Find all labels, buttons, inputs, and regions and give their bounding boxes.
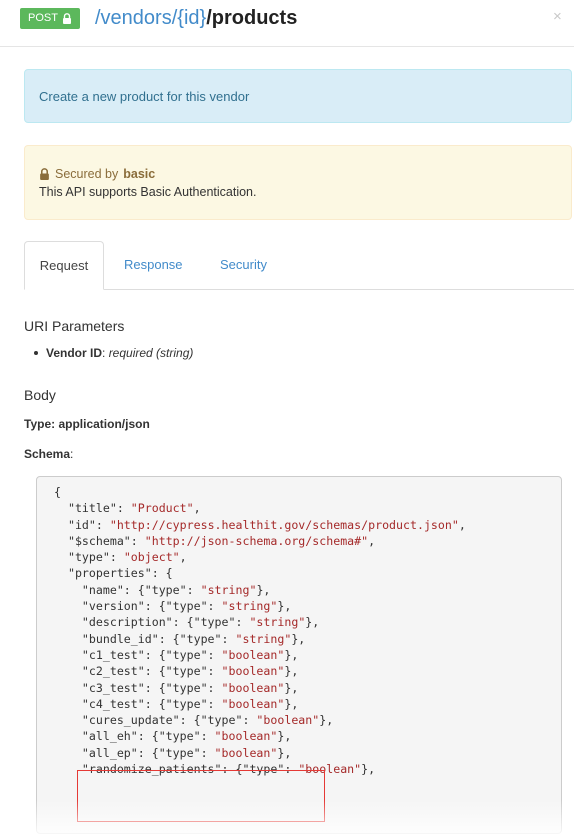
code-line: "c3_test": {"type": "boolean"},: [54, 680, 561, 696]
bullet-icon: [34, 350, 38, 355]
code-text: "c4_test": {"type":: [54, 696, 222, 711]
route-last-segment: /products: [206, 7, 298, 29]
code-line: "c2_test": {"type": "boolean"},: [54, 663, 561, 679]
code-text: "title":: [54, 501, 131, 516]
code-string: "Product": [130, 501, 194, 516]
code-string: "boolean": [214, 745, 278, 760]
method-badge: POST: [20, 8, 80, 29]
code-text: },: [277, 599, 292, 614]
code-text: "properties": {: [54, 566, 173, 581]
code-string: "boolean": [221, 680, 285, 695]
code-line: "all_ep": {"type": "boolean"},: [54, 745, 561, 761]
code-string: "boolean": [256, 713, 320, 728]
lock-icon: [62, 13, 71, 24]
code-text: "type":: [54, 550, 124, 565]
code-string: "http://cypress.healthit.gov/schemas/pro…: [109, 517, 459, 532]
code-line: "cures_update": {"type": "boolean"},: [54, 712, 561, 728]
code-text: "version": {"type":: [54, 599, 222, 614]
body-heading: Body: [24, 387, 56, 403]
code-text: "c3_test": {"type":: [54, 680, 222, 695]
tab-request[interactable]: Request: [24, 241, 104, 290]
code-text: },: [256, 582, 271, 597]
code-text: },: [361, 762, 376, 777]
code-line: "description": {"type": "string"},: [54, 614, 561, 630]
code-string: "string": [200, 582, 257, 597]
code-text: "all_ep": {"type":: [54, 745, 215, 760]
code-string: "object": [123, 550, 180, 565]
description-text: Create a new product for this vendor: [39, 88, 250, 104]
schema-code-block: { "title": "Product", "id": "http://cypr…: [36, 476, 562, 834]
code-text: "c1_test": {"type":: [54, 647, 222, 662]
code-line: "properties": {: [54, 565, 561, 581]
tab-security[interactable]: Security: [220, 241, 267, 289]
code-string: "http://json-schema.org/schema#": [144, 533, 369, 548]
code-text: },: [291, 631, 306, 646]
code-text: },: [277, 729, 292, 744]
code-string: "string": [221, 599, 278, 614]
code-text: "bundle_id": {"type":: [54, 631, 236, 646]
code-line: "id": "http://cypress.healthit.gov/schem…: [54, 517, 561, 533]
code-text: "randomize_patients": {"type":: [54, 762, 299, 777]
code-text: ,: [368, 533, 376, 548]
code-text: },: [284, 664, 299, 679]
tab-response[interactable]: Response: [124, 241, 183, 289]
code-line: "c1_test": {"type": "boolean"},: [54, 647, 561, 663]
code-text: },: [319, 713, 334, 728]
code-string: "boolean": [298, 762, 362, 777]
code-text: ,: [458, 517, 466, 532]
code-line: "name": {"type": "string"},: [54, 582, 561, 598]
schema-label-text: Schema: [24, 447, 71, 461]
code-string: "boolean": [221, 647, 285, 662]
secured-by-line: Secured by basic: [39, 165, 557, 183]
secured-by-prefix: Secured by: [55, 167, 119, 181]
uri-parameter-item: Vendor ID: required (string): [24, 346, 193, 360]
security-scheme: basic: [123, 167, 156, 181]
uri-parameters-heading: URI Parameters: [24, 318, 125, 334]
code-text: "$schema":: [54, 533, 145, 548]
code-string: "boolean": [221, 664, 285, 679]
code-line: "c4_test": {"type": "boolean"},: [54, 696, 561, 712]
security-message: This API supports Basic Authentication.: [39, 185, 257, 199]
route-path: /vendors/{id}/products: [95, 5, 297, 31]
code-text: },: [277, 745, 292, 760]
code-line: "type": "object",: [54, 549, 561, 565]
code-text: "c2_test": {"type":: [54, 664, 222, 679]
header-bar: POST /vendors/{id}/products ×: [0, 0, 574, 47]
code-text: },: [284, 696, 299, 711]
code-line: "all_eh": {"type": "boolean"},: [54, 728, 561, 744]
code-string: "boolean": [214, 729, 278, 744]
param-name: Vendor ID: [46, 346, 103, 360]
code-string: "boolean": [221, 696, 285, 711]
code-line: "$schema": "http://json-schema.org/schem…: [54, 533, 561, 549]
code-text: "id":: [54, 517, 110, 532]
code-text: "all_eh": {"type":: [54, 729, 215, 744]
code-text: },: [284, 680, 299, 695]
code-text: {: [54, 485, 61, 499]
method-label: POST: [28, 12, 58, 24]
code-text: },: [305, 615, 320, 630]
security-notice: Secured by basic This API supports Basic…: [24, 145, 572, 220]
close-icon[interactable]: ×: [553, 8, 562, 25]
code-text: ,: [193, 501, 201, 516]
code-text: "name": {"type":: [54, 582, 201, 597]
tab-bar: Request Response Security: [24, 241, 574, 290]
code-text: ,: [179, 550, 187, 565]
param-description: required (string): [108, 346, 194, 360]
code-text: "description": {"type":: [54, 615, 250, 630]
code-line: "randomize_patients": {"type": "boolean"…: [54, 761, 561, 777]
code-line: "version": {"type": "string"},: [54, 598, 561, 614]
description-panel: Create a new product for this vendor: [24, 69, 572, 123]
lock-icon: [40, 168, 49, 180]
body-type-label: Type: application/json: [24, 417, 150, 431]
code-line: "title": "Product",: [54, 500, 561, 516]
route-prefix: /vendors/{id}: [95, 7, 207, 29]
code-string: "string": [235, 631, 292, 646]
code-text: },: [284, 647, 299, 662]
code-string: "string": [249, 615, 306, 630]
code-line: "bundle_id": {"type": "string"},: [54, 631, 561, 647]
schema-label: Schema:: [24, 447, 74, 461]
code-text: "cures_update": {"type":: [54, 713, 257, 728]
code-line: {: [54, 484, 561, 500]
